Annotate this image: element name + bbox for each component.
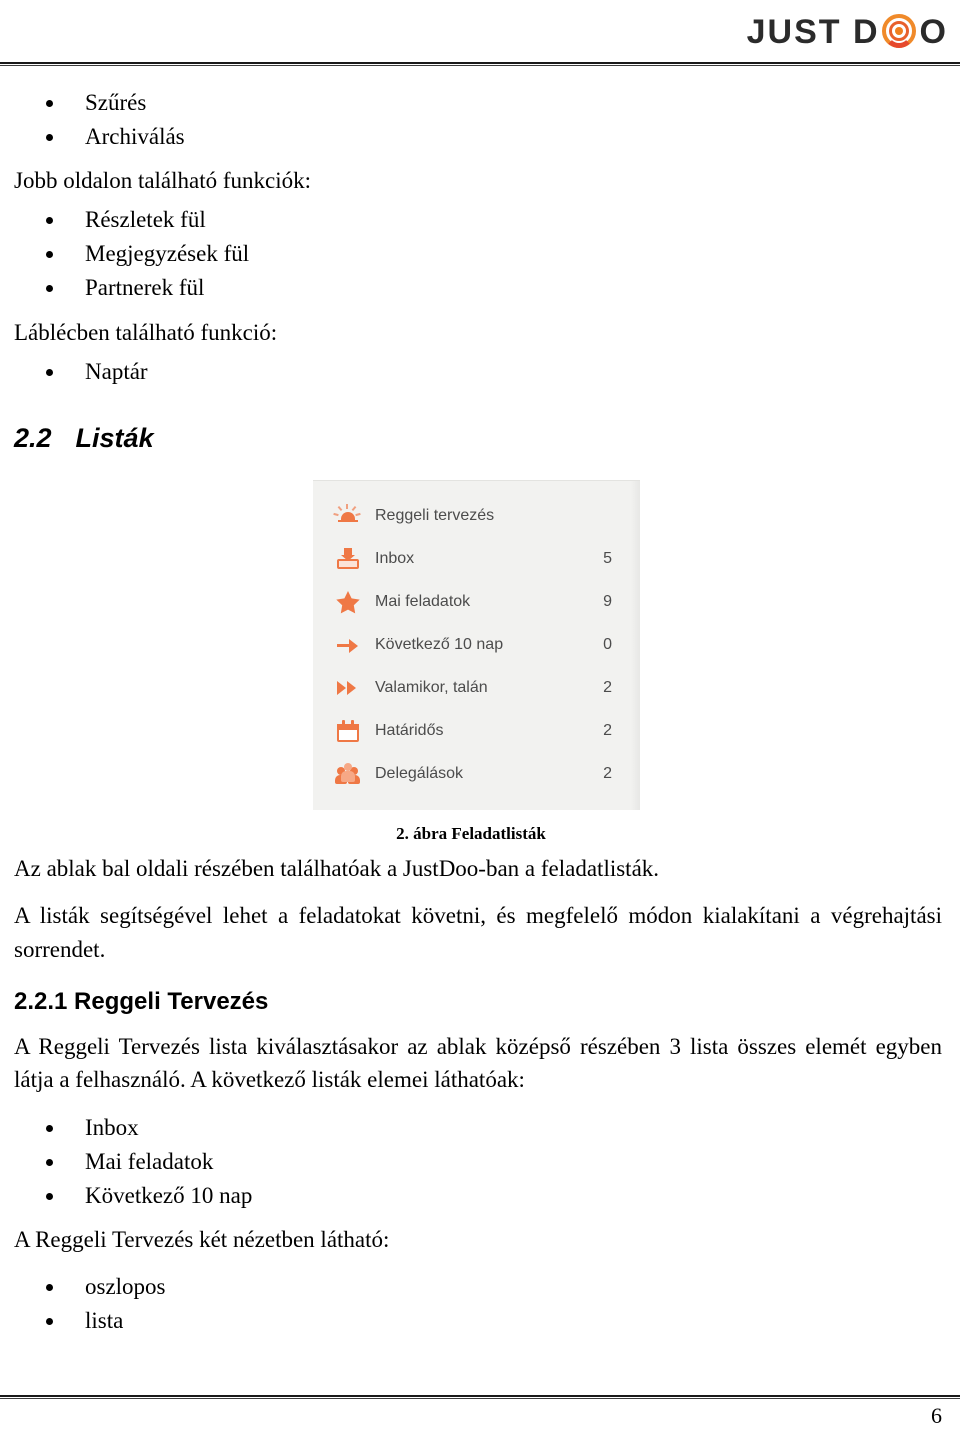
page-content: Szűrés Archiválás Jobb oldalon található… [0,86,960,1348]
calendar-icon [335,718,361,744]
bullet-label: Archiválás [85,124,185,150]
logo-circles-icon [881,14,918,50]
bullet-label: Partnerek fül [85,275,205,301]
list-item: oszlopos [0,1270,960,1304]
task-list-label: Reggeli tervezés [375,507,495,525]
task-list-panel: Reggeli tervezés Inbox 5 Mai feladatok 9 [313,479,640,810]
list-item: Megjegyzések fül [0,237,960,271]
task-list-row-hataridos[interactable]: Határidős 2 [313,710,640,753]
header-divider [0,62,960,66]
paragraph-1: Az ablak bal oldali részében találhatóak… [14,855,660,881]
inbox-icon [335,546,361,572]
logo-text-right: O [919,13,948,51]
page-number: 6 [931,1403,942,1428]
bullet-label: Következő 10 nap [85,1182,253,1208]
bullet-label: Szűrés [85,90,147,115]
list-item: Partnerek fül [0,271,960,305]
list-item: Inbox [0,1111,960,1145]
paragraph-3: A Reggeli Tervezés lista kiválasztásakor… [14,1033,942,1093]
task-list-row-mai-feladatok[interactable]: Mai feladatok 9 [313,581,640,624]
figure-feladatlistak: Reggeli tervezés Inbox 5 Mai feladatok 9 [0,479,960,844]
arrow-right-icon [335,632,361,658]
task-list-label: Következő 10 nap [375,636,504,654]
bullet-label: Mai feladatok [85,1148,214,1174]
task-list-count: 2 [603,765,612,783]
list-item: Részletek fül [0,203,960,237]
list-item: Mai feladatok [0,1145,960,1179]
bullet-label: Naptár [85,358,148,384]
justdoo-logo: JUST D O [747,12,948,52]
task-list-label: Határidős [375,722,444,740]
task-list-row-valamikor-talan[interactable]: Valamikor, talán 2 [313,667,640,710]
bullet-label: Inbox [85,1114,139,1140]
bullet-label: lista [85,1308,124,1334]
task-list-row-inbox[interactable]: Inbox 5 [313,538,640,581]
reggeli-tervezes-list-bullets: Inbox Mai feladatok Következő 10 nap [0,1111,960,1213]
logo-text-left: JUST D [746,13,880,51]
page-header: JUST D O [0,0,960,70]
view-mode-bullets: oszlopos lista [0,1270,960,1338]
section-number: 2.2 [14,422,52,453]
star-icon [335,589,361,615]
task-list-row-reggeli-tervezes[interactable]: Reggeli tervezés [313,495,640,538]
task-list-label: Inbox [375,550,415,568]
task-list-row-kovetkezo-10-nap[interactable]: Következő 10 nap 0 [313,624,640,667]
paragraph-4: A Reggeli Tervezés két nézetben látható: [14,1226,390,1252]
subsection-heading: 2.2.1 Reggeli Tervezés [14,987,269,1015]
intro-bullet-list: Szűrés Archiválás [0,86,960,154]
paragraph-2: A listák segítségével lehet a feladatoka… [14,903,942,962]
sun-icon [333,503,361,529]
list-item: Szűrés [0,86,960,120]
list-item: Archiválás [0,120,960,154]
footer-bullet-list: Naptár [0,355,960,389]
list-item: Naptár [0,355,960,389]
bullet-label: oszlopos [85,1274,166,1300]
task-list-count: 9 [603,593,612,611]
task-list-count: 2 [603,722,612,740]
task-list-count: 0 [603,636,612,654]
task-list-label: Mai feladatok [375,593,471,611]
task-list-count: 5 [603,550,612,568]
section-title: Listák [75,422,154,453]
bullet-label: Részletek fül [85,207,206,233]
list-item: Következő 10 nap [0,1179,960,1213]
bullet-label: Megjegyzések fül [85,241,250,267]
task-list-row-delegalasok[interactable]: Delegálások 2 [313,753,640,796]
right-side-intro-text: Jobb oldalon található funkciók: [14,168,312,194]
people-icon [335,761,361,787]
footer-divider [0,1395,960,1399]
section-heading: 2.2 Listák [0,423,960,454]
task-list-count: 2 [603,679,612,697]
list-item: lista [0,1304,960,1338]
task-list-label: Valamikor, talán [375,679,488,697]
fast-forward-icon [335,675,361,701]
figure-caption: 2. ábra Feladatlisták [396,823,546,843]
right-side-bullet-list: Részletek fül Megjegyzések fül Partnerek… [0,203,960,305]
footer-intro-text: Láblécben található funkció: [14,319,278,345]
task-list-label: Delegálások [375,765,464,783]
